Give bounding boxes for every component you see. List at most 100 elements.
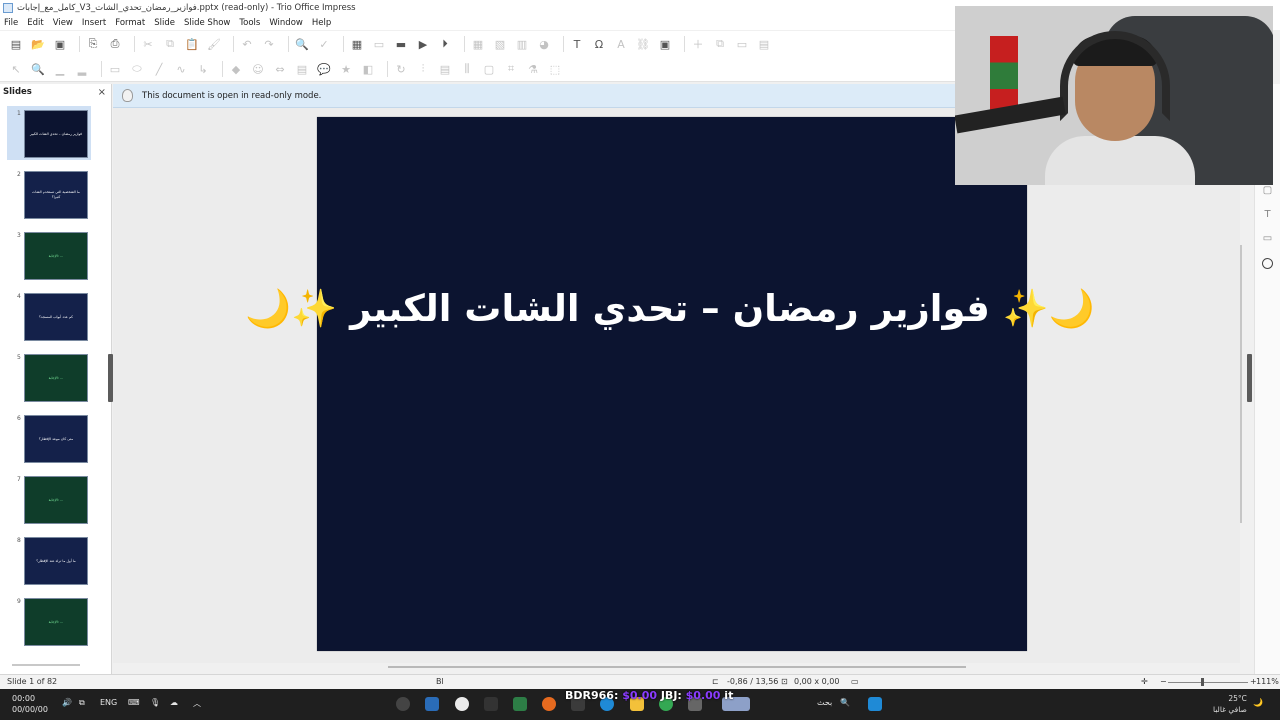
zoom-icon[interactable]: 🔍 [30,61,46,77]
firefox-icon[interactable] [542,697,556,711]
menu-edit[interactable]: Edit [27,18,43,28]
image-icon[interactable]: ▧ [492,36,508,52]
vertical-scrollbar[interactable] [1240,245,1242,523]
start-current-slide-icon[interactable]: ⏵ [437,36,453,52]
text-icon[interactable]: T [1260,208,1275,222]
slide-thumbnail[interactable]: ما الشخصية التي تستخدم الشات كثيرا؟ [24,171,88,219]
new-slide-icon[interactable]: ＋ [690,36,706,52]
microphone-icon[interactable]: 🎙 [150,698,160,707]
navigator-icon[interactable] [1262,258,1273,269]
special-character-icon[interactable]: Ω [591,36,607,52]
network-icon[interactable]: ⧉ [79,698,85,708]
block-arrows-icon[interactable]: ⇔ [272,61,288,77]
app-icon-avatar[interactable] [455,697,469,711]
right-panel-splitter[interactable] [1247,354,1252,402]
3d-objects-icon[interactable]: ◧ [360,61,376,77]
chart-icon[interactable]: ◕ [536,36,552,52]
language-indicator[interactable]: ENG [100,698,117,707]
search-icon[interactable]: 🔍 [840,698,850,707]
slide-thumbnail[interactable]: فوازير رمضان – تحدي الشات الكبير [24,110,88,158]
flowchart-icon[interactable]: ▤ [294,61,310,77]
slide-thumbnail[interactable]: الإجابة: ... [24,232,88,280]
menu-slide-show[interactable]: Slide Show [184,18,230,28]
slides-panel-scrollbar[interactable] [12,664,80,666]
zoom-slider-handle[interactable] [1201,678,1204,686]
menu-slide[interactable]: Slide [154,18,175,28]
menu-format[interactable]: Format [115,18,145,28]
start-first-slide-icon[interactable]: ▶ [415,36,431,52]
paste-icon[interactable]: 📋 [184,36,200,52]
zoom-out-icon[interactable]: − [1160,677,1167,686]
line-icon[interactable]: ╱ [151,61,167,77]
duplicate-slide-icon[interactable]: ⧉ [712,36,728,52]
slide-thumbnail[interactable]: الإجابة: ... [24,476,88,524]
save-icon[interactable]: ▣ [52,36,68,52]
table-icon[interactable]: ▦ [470,36,486,52]
find-replace-icon[interactable]: 🔍 [294,36,310,52]
arrange-icon[interactable]: ▤ [437,61,453,77]
crop-icon[interactable]: ⌗ [503,61,519,77]
app-icon-recorder[interactable] [396,697,410,711]
master-slide-icon[interactable]: ▬ [393,36,409,52]
menu-help[interactable]: Help [312,18,331,28]
menu-view[interactable]: View [53,18,73,28]
onedrive-icon[interactable]: ☁ [170,698,178,707]
slide-canvas[interactable] [317,117,1027,651]
slide-thumbnail[interactable]: ما أول ما تراه عند الإفطار؟ [24,537,88,585]
clone-format-icon[interactable]: 🖌 [206,36,222,52]
volume-icon[interactable]: 🔊 [62,698,72,707]
keyboard-icon[interactable]: ⌨ [128,698,140,707]
line-color-icon[interactable]: ▁ [52,61,68,77]
filter-icon[interactable]: ⚗ [525,61,541,77]
shadow-icon[interactable]: ▢ [481,61,497,77]
weather-widget[interactable]: 25°C صافي غالبا [1213,693,1247,715]
symbol-shapes-icon[interactable]: ☺ [250,61,266,77]
ellipse-icon[interactable]: ⬭ [129,61,145,77]
properties-icon[interactable]: ▢ [1260,184,1275,198]
slide-thumbnail[interactable]: كم عدد أبواب المسجد؟ [24,293,88,341]
spelling-icon[interactable]: ✓ [316,36,332,52]
taskbar-search-label[interactable]: بحث [817,698,832,707]
app-icon-g[interactable] [484,697,498,711]
export-pdf-icon[interactable]: ⎘ [85,36,101,52]
media-icon[interactable]: ▥ [514,36,530,52]
cut-icon[interactable]: ✂ [140,36,156,52]
toggle-extrusion-icon[interactable]: ⬚ [547,61,563,77]
slide-title[interactable]: 🌙✨ فوازير رمضان – تحدي الشات الكبير ✨🌙 [170,287,1170,331]
horizontal-scrollbar[interactable] [388,666,966,668]
distribute-icon[interactable]: ⫼ [459,61,475,77]
show-hidden-icons-icon[interactable]: ︿ [193,698,201,709]
fontwork-icon[interactable]: A [613,36,629,52]
windows-start-icon[interactable] [868,697,882,711]
connector-icon[interactable]: ↳ [195,61,211,77]
new-document-icon[interactable]: ▤ [8,36,24,52]
stars-icon[interactable]: ★ [338,61,354,77]
fit-slide-icon[interactable]: ✛ [1141,677,1148,686]
zoom-level[interactable]: 111% [1256,677,1279,686]
basic-shapes-icon[interactable]: ◆ [228,61,244,77]
app-icon-excel[interactable] [513,697,527,711]
show-draw-functions-icon[interactable]: ▣ [657,36,673,52]
select-icon[interactable]: ↖ [8,61,24,77]
fill-color-icon[interactable]: ▂ [74,61,90,77]
callouts-icon[interactable]: 💬 [316,61,332,77]
menu-window[interactable]: Window [269,18,303,28]
align-icon[interactable]: ⫶ [415,61,431,77]
zoom-slider[interactable] [1168,682,1248,683]
print-icon[interactable]: ⎙ [107,36,123,52]
undo-icon[interactable]: ↶ [239,36,255,52]
display-views-icon[interactable]: ▭ [371,36,387,52]
curve-icon[interactable]: ∿ [173,61,189,77]
hyperlink-icon[interactable]: ⛓ [635,36,651,52]
gallery-icon[interactable]: ▭ [1260,232,1275,246]
close-icon[interactable]: × [98,87,106,98]
app-icon-impress[interactable] [425,697,439,711]
delete-slide-icon[interactable]: ▭ [734,36,750,52]
menu-insert[interactable]: Insert [82,18,106,28]
slide-layout-icon[interactable]: ▤ [756,36,772,52]
redo-icon[interactable]: ↷ [261,36,277,52]
grid-icon[interactable]: ▦ [349,36,365,52]
rotate-icon[interactable]: ↻ [393,61,409,77]
slide-thumbnail[interactable]: الإجابة: ... [24,354,88,402]
copy-icon[interactable]: ⧉ [162,36,178,52]
